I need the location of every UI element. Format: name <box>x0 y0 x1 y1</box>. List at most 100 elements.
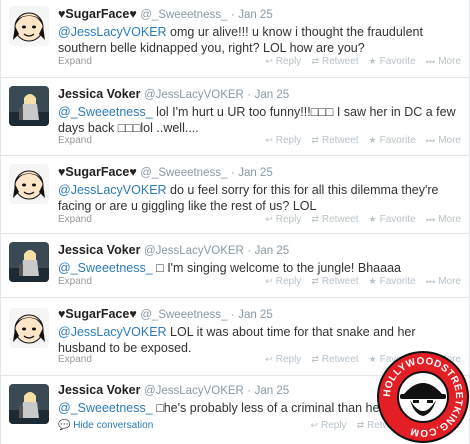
favorite-button[interactable]: ★Favorite <box>369 56 416 67</box>
retweet-label: Retweet <box>321 354 359 365</box>
tweet[interactable]: ♥SugarFace♥ @_Sweeetness_ · Jan 25 @Jess… <box>1 156 469 234</box>
expand-link[interactable]: Expand <box>58 354 92 365</box>
reply-icon: ↩ <box>265 276 273 286</box>
display-name[interactable]: ♥SugarFace♥ <box>58 307 137 321</box>
separator-dot: · <box>230 167 235 179</box>
expand-link[interactable]: Expand <box>58 56 92 67</box>
timestamp[interactable]: Jan 25 <box>255 245 290 257</box>
more-button[interactable]: •••More <box>426 214 461 225</box>
user-handle[interactable]: @JessLacyVOKER <box>144 89 244 101</box>
tweet[interactable]: Jessica Voker @JessLacyVOKER · Jan 25 @_… <box>1 234 469 298</box>
separator-dot: · <box>247 89 252 101</box>
separator-dot: · <box>247 385 252 397</box>
tweet-footer: Expand ↩Reply ⇄Retweet ★Favorite •••More <box>58 214 461 228</box>
favorite-button[interactable]: ★Favorite <box>369 135 416 146</box>
more-dots-icon: ••• <box>425 135 436 146</box>
star-icon: ★ <box>368 135 377 145</box>
display-name[interactable]: Jessica Voker <box>58 87 140 101</box>
tweet-text: @_Sweeetness_ lol I'm hurt u UR too funn… <box>58 104 461 136</box>
timestamp[interactable]: Jan 25 <box>238 167 273 179</box>
tweet-text: @JessLacyVOKER omg ur alive!!! u know i … <box>58 24 461 56</box>
reply-label: Reply <box>275 135 302 146</box>
tweet-text: @JessLacyVOKER do u feel sorry for this … <box>58 182 461 214</box>
hollywoodstreetking-watermark-logo: HOLLYWOODSTREETKING.COM <box>376 350 470 444</box>
favorite-label: Favorite <box>379 276 416 287</box>
more-button[interactable]: •••More <box>426 56 461 67</box>
reply-label: Reply <box>275 56 302 67</box>
reply-button[interactable]: ↩ Reply <box>265 276 301 287</box>
reply-icon: ↩ <box>265 354 273 364</box>
retweet-icon: ⇄ <box>311 56 319 66</box>
display-name[interactable]: Jessica Voker <box>58 243 140 257</box>
reply-button[interactable]: ↩ Reply <box>265 56 301 67</box>
reply-icon: ↩ <box>310 420 318 430</box>
retweet-label: Retweet <box>321 214 359 225</box>
retweet-icon: ⇄ <box>311 214 319 224</box>
sugarface-avatar[interactable] <box>9 308 49 348</box>
more-dots-icon: ••• <box>425 214 436 225</box>
retweet-label: Retweet <box>321 56 359 67</box>
reply-button[interactable]: ↩ Reply <box>310 420 346 431</box>
mention-link[interactable]: @_Sweeetness_ <box>58 105 153 119</box>
tweet-footer: Expand ↩Reply ⇄Retweet ★Favorite •••More <box>58 56 461 70</box>
retweet-button[interactable]: ⇄ Retweet <box>311 214 358 225</box>
retweet-button[interactable]: ⇄ Retweet <box>311 56 358 67</box>
favorite-button[interactable]: ★Favorite <box>369 214 416 225</box>
tweet[interactable]: ♥SugarFace♥ @_Sweeetness_ · Jan 25 @Jess… <box>1 0 469 78</box>
display-name[interactable]: ♥SugarFace♥ <box>58 7 137 21</box>
reply-button[interactable]: ↩ Reply <box>265 135 301 146</box>
retweet-icon: ⇄ <box>311 135 319 145</box>
timestamp[interactable]: Jan 25 <box>238 9 273 21</box>
jessica-avatar[interactable] <box>9 86 49 126</box>
reply-icon: ↩ <box>265 56 273 66</box>
star-icon: ★ <box>368 276 377 286</box>
reply-icon: ↩ <box>265 214 273 224</box>
jessica-avatar[interactable] <box>9 242 49 282</box>
tweet[interactable]: Jessica Voker @JessLacyVOKER · Jan 25 @_… <box>1 78 469 156</box>
more-dots-icon: ••• <box>425 276 436 287</box>
timestamp[interactable]: Jan 25 <box>255 385 290 397</box>
retweet-button[interactable]: ⇄ Retweet <box>311 354 358 365</box>
timestamp[interactable]: Jan 25 <box>238 309 273 321</box>
display-name[interactable]: ♥SugarFace♥ <box>58 165 137 179</box>
reply-button[interactable]: ↩ Reply <box>265 214 301 225</box>
tweet-actions: ↩Reply ⇄Retweet ★Favorite •••More <box>265 56 461 67</box>
timestamp[interactable]: Jan 25 <box>255 89 290 101</box>
expand-link[interactable]: Expand <box>58 276 92 287</box>
favorite-button[interactable]: ★Favorite <box>369 276 416 287</box>
tweet-header: Jessica Voker @JessLacyVOKER · Jan 25 <box>58 86 461 103</box>
expand-link[interactable]: Expand <box>58 214 92 225</box>
user-handle[interactable]: @JessLacyVOKER <box>144 385 244 397</box>
star-icon: ★ <box>368 214 377 224</box>
sugarface-avatar[interactable] <box>9 6 49 46</box>
hide-conversation-link[interactable]: 💬 Hide conversation <box>58 420 153 431</box>
star-icon: ★ <box>368 56 377 66</box>
mention-link[interactable]: @JessLacyVOKER <box>58 25 167 39</box>
separator-dot: · <box>230 309 235 321</box>
more-button[interactable]: •••More <box>426 276 461 287</box>
user-handle[interactable]: @_Sweeetness_ <box>140 167 227 179</box>
mention-link[interactable]: @JessLacyVOKER <box>58 325 167 339</box>
retweet-button[interactable]: ⇄ Retweet <box>311 135 358 146</box>
reply-button[interactable]: ↩ Reply <box>265 354 301 365</box>
retweet-label: Retweet <box>321 276 359 287</box>
sugarface-avatar[interactable] <box>9 164 49 204</box>
retweet-icon: ⇄ <box>356 420 365 430</box>
user-handle[interactable]: @JessLacyVOKER <box>144 245 244 257</box>
retweet-label: Retweet <box>321 135 359 146</box>
user-handle[interactable]: @_Sweeetness_ <box>140 9 227 21</box>
mention-link[interactable]: @_Sweeetness_ <box>58 401 153 415</box>
mention-link[interactable]: @JessLacyVOKER <box>58 183 167 197</box>
tweet-header: ♥SugarFace♥ @_Sweeetness_ · Jan 25 <box>58 306 461 323</box>
jessica-avatar[interactable] <box>9 384 49 424</box>
tweet-header: ♥SugarFace♥ @_Sweeetness_ · Jan 25 <box>58 164 461 181</box>
mention-link[interactable]: @_Sweeetness_ <box>58 261 153 275</box>
user-handle[interactable]: @_Sweeetness_ <box>140 309 227 321</box>
more-button[interactable]: •••More <box>426 135 461 146</box>
more-label: More <box>438 214 461 225</box>
display-name[interactable]: Jessica Voker <box>58 383 140 397</box>
expand-link[interactable]: Expand <box>58 135 92 146</box>
more-label: More <box>438 56 461 67</box>
retweet-button[interactable]: ⇄ Retweet <box>311 276 358 287</box>
tweet-footer: Expand ↩Reply ⇄Retweet ★Favorite •••More <box>58 276 461 290</box>
